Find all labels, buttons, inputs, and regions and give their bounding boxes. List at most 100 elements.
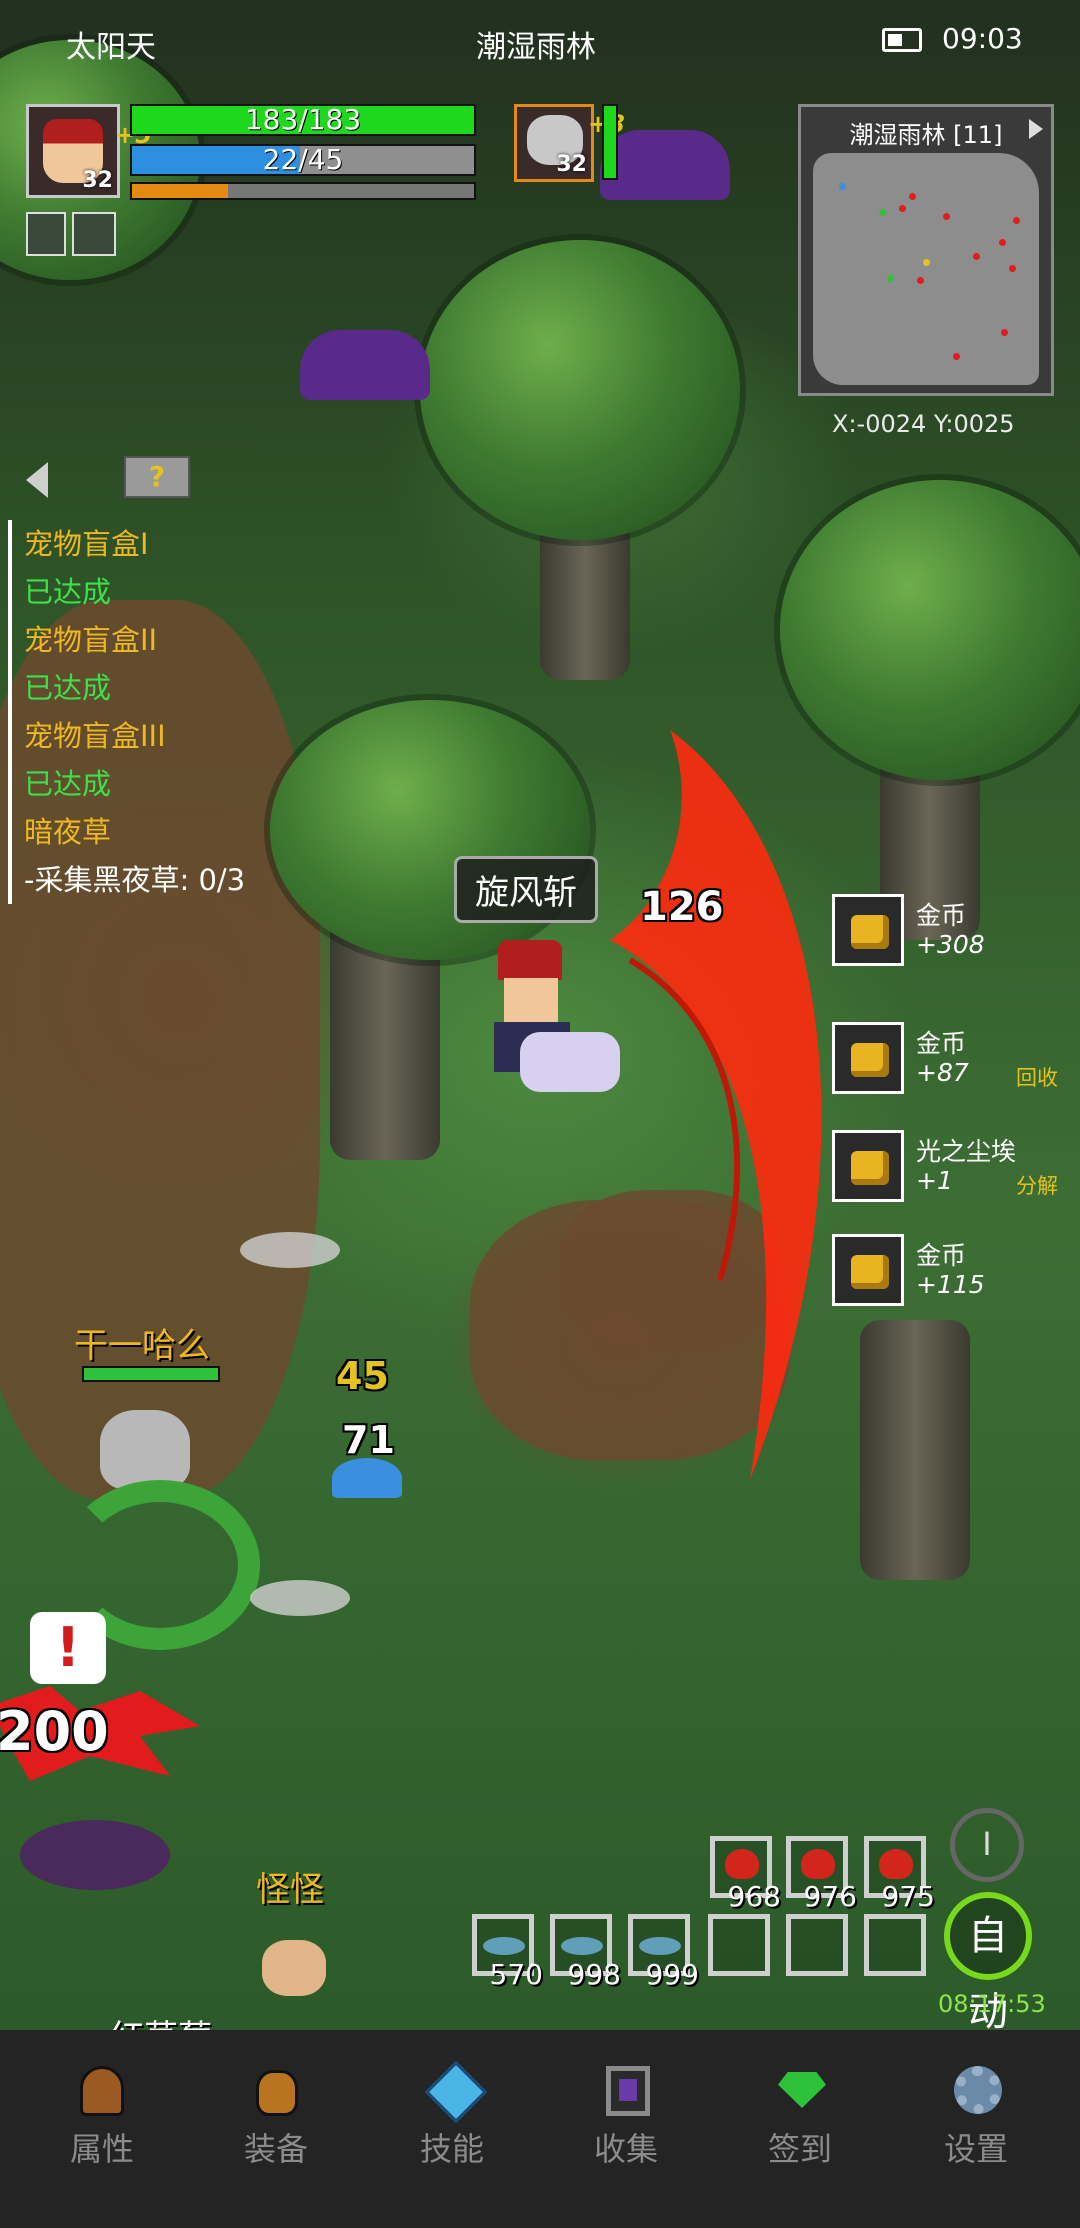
quickbar-slot[interactable]: 975 [864, 1836, 935, 1913]
buff-icons[interactable] [26, 212, 116, 256]
pet-level: 32 [556, 152, 587, 177]
minimap-portal-dot [839, 183, 846, 190]
pet-portrait[interactable]: 32 [514, 104, 594, 182]
quickbar-slot[interactable]: 968 [710, 1836, 781, 1913]
red-potion-icon [801, 1849, 835, 1879]
pet-hp-bar [602, 104, 618, 180]
quickbar-slot-empty[interactable] [786, 1914, 848, 1976]
quickbar-slot-empty[interactable] [864, 1914, 926, 1976]
minimap-expand-icon[interactable] [1029, 119, 1043, 139]
quickbar-slot-empty[interactable] [708, 1914, 770, 1976]
quest-tracker[interactable]: 宠物盲盒I 已达成 宠物盲盒II 已达成 宠物盲盒III 已达成 暗夜草 -采集… [8, 520, 304, 904]
beetle-enemy[interactable] [20, 1820, 170, 1890]
purple-slug[interactable] [600, 130, 730, 200]
nav-settings[interactable]: 设置 [916, 2060, 1036, 2170]
quickbar-slot[interactable]: 999 [628, 1914, 699, 1991]
loot-item[interactable]: 光之尘埃 +1 分解 [830, 1130, 1080, 1210]
damage-number: 126 [640, 884, 724, 930]
map-name-label: 潮湿雨林 [476, 30, 596, 65]
player-character[interactable] [480, 940, 630, 1110]
quest-line[interactable]: 暗夜草 [24, 808, 304, 856]
nav-label: 设置 [943, 2130, 1008, 2168]
helmet-icon [72, 2060, 132, 2120]
loot-amount: +115 [916, 1270, 985, 1299]
quickbar-slot[interactable]: 570 [472, 1914, 543, 1991]
quest-line[interactable]: 宠物盲盒I [24, 520, 304, 568]
quest-collapse-icon[interactable] [26, 462, 48, 498]
minimap-enemy-dot [899, 205, 906, 212]
minimap-enemy-dot [943, 213, 950, 220]
enemy-name: 怪怪 [256, 1870, 324, 1910]
loot-name: 金币 [916, 1029, 967, 1058]
quest-line: 已达成 [24, 767, 112, 801]
minimap-title: 潮湿雨林 [11] [849, 121, 1003, 149]
battery-icon [882, 28, 922, 52]
loot-item[interactable]: 金币 +308 [830, 894, 1080, 974]
clock: 09:03 [942, 22, 1023, 55]
fish-item-icon [639, 1937, 681, 1955]
gear-icon [946, 2060, 1006, 2120]
damage-number: 45 [336, 1354, 389, 1398]
quest-line[interactable]: 宠物盲盒III [24, 712, 304, 760]
damage-number: 200 [0, 1700, 109, 1763]
nav-label: 签到 [767, 2130, 832, 2168]
gold-coin-icon [832, 894, 904, 966]
minimap-enemy-dot [999, 239, 1006, 246]
quest-help-button[interactable]: ? [124, 456, 190, 498]
decompose-button[interactable]: 分解 [1016, 1170, 1058, 1200]
loot-name: 金币 [916, 1241, 967, 1270]
nav-label: 属性 [69, 2130, 134, 2168]
minimap-enemy-dot [973, 253, 980, 260]
purple-slug[interactable] [300, 330, 430, 400]
quest-line[interactable]: 宠物盲盒II [24, 616, 304, 664]
player-coordinates: X:-0024 Y:0025 [832, 410, 1015, 438]
nav-equipment[interactable]: 装备 [216, 2060, 336, 2170]
nav-skills[interactable]: 技能 [392, 2060, 512, 2170]
item-count: 968 [727, 1880, 781, 1913]
damage-number: 71 [342, 1418, 395, 1462]
player-mp-bar: 22/45 [130, 144, 476, 176]
item-count: 570 [489, 1958, 543, 1991]
fish-item-icon [483, 1937, 525, 1955]
skull-pile [250, 1580, 350, 1616]
loot-name: 光之尘埃 [916, 1137, 1017, 1166]
nav-label: 技能 [419, 2130, 484, 2168]
loot-item[interactable]: 金币 +87 回收 [830, 1022, 1080, 1102]
fish-item-icon [561, 1937, 603, 1955]
loot-amount: +308 [916, 930, 985, 959]
nav-attributes[interactable]: 属性 [42, 2060, 162, 2170]
xp-fill [132, 184, 228, 198]
recycle-button[interactable]: 回收 [1016, 1062, 1058, 1092]
enemy-hp-bar [82, 1366, 220, 1382]
claw-buff-icon [72, 212, 116, 256]
nav-checkin[interactable]: 签到 [740, 2060, 860, 2170]
loot-item[interactable]: 金币 +115 [830, 1234, 1080, 1314]
pouch-icon [246, 2060, 306, 2120]
pause-button[interactable]: I [950, 1808, 1024, 1882]
mp-text: 22/45 [262, 144, 344, 176]
book-icon [596, 2060, 656, 2120]
crystal-icon [422, 2060, 488, 2124]
tree [420, 240, 740, 540]
item-count: 999 [645, 1958, 699, 1991]
minimap[interactable]: 潮湿雨林 [11] [798, 104, 1054, 396]
boar-enemy[interactable] [262, 1940, 326, 1996]
skull-enemy[interactable] [100, 1410, 190, 1490]
alert-icon: ! [30, 1612, 106, 1684]
minimap-player-dot [923, 259, 930, 266]
nav-collection[interactable]: 收集 [566, 2060, 686, 2170]
weather-label: 太阳天 [66, 30, 156, 65]
item-count: 998 [567, 1958, 621, 1991]
minimap-npc-dot [887, 275, 894, 282]
loot-amount: +1 [916, 1166, 953, 1195]
pet-hp-fill [604, 106, 616, 178]
minimap-enemy-dot [953, 353, 960, 360]
quest-line: 已达成 [24, 671, 112, 705]
auto-battle-button[interactable]: 自动 [944, 1892, 1032, 2035]
nav-label: 装备 [243, 2130, 308, 2168]
quickbar-slot[interactable]: 976 [786, 1836, 857, 1913]
hp-text: 183/183 [244, 104, 362, 136]
item-count: 975 [881, 1880, 935, 1913]
player-portrait[interactable]: 32 +5 [26, 104, 152, 198]
quickbar-slot[interactable]: 998 [550, 1914, 621, 1991]
